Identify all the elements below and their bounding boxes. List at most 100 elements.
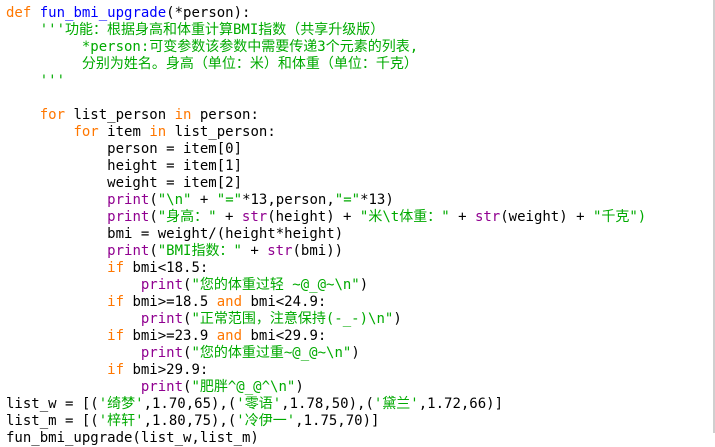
code-token: ,1.80,75),( (143, 413, 237, 429)
code-line[interactable]: def fun_bmi_upgrade(*person): (6, 5, 646, 22)
code-line[interactable]: if bmi>=18.5 and bmi<24.9: (6, 294, 646, 311)
code-token: str (241, 209, 268, 225)
code-line[interactable]: height = item[1] (6, 158, 646, 175)
code-token: ''' (6, 73, 66, 89)
code-token: def (6, 5, 32, 21)
code-token: if (107, 260, 125, 276)
code-token: "=" (216, 192, 243, 208)
code-token: '梓轩' (98, 413, 144, 429)
code-line[interactable]: print("肥胖^@_@^\n") (6, 379, 646, 396)
code-token: ,1.75,70)] (295, 413, 380, 429)
code-token: ( (149, 209, 158, 225)
code-token: *13) (360, 192, 394, 208)
code-token: "身高：" (157, 209, 217, 225)
code-token: "正常范围，注意保持(-_-)\n" (191, 311, 394, 327)
code-token: print (107, 209, 150, 225)
code-token: str (267, 243, 293, 259)
code-token: '冷伊一' (236, 413, 296, 429)
code-token: + (449, 209, 475, 225)
code-line[interactable]: for item in list_person: (6, 124, 646, 141)
code-token: "=" (334, 192, 361, 208)
code-line[interactable]: print("正常范围，注意保持(-_-)\n") (6, 311, 646, 328)
code-line[interactable]: if bmi<18.5: (6, 260, 646, 277)
code-token: bmi<24.9: (242, 294, 327, 310)
code-token: "千克") (592, 209, 647, 225)
code-token: print (140, 379, 184, 395)
code-token: ) (295, 379, 304, 395)
code-line[interactable]: ''' (6, 73, 646, 90)
code-token: weight = item[2] (6, 175, 243, 191)
code-token: ,1.70,65),( (143, 396, 237, 412)
code-token: bmi = weight/(height*height) (6, 226, 344, 242)
code-line[interactable]: print("BMI指数：" + str(bmi)) (6, 243, 646, 260)
code-token: for (73, 124, 99, 140)
code-token: bmi<18.5: (124, 260, 209, 276)
code-token: (bmi)) (292, 243, 344, 259)
code-token: ( (149, 243, 158, 259)
code-token: print (107, 243, 150, 259)
code-line[interactable]: for list_person in person: (6, 107, 646, 124)
code-token: in (149, 124, 167, 140)
code-token: "您的体重过重~@_@~\n" (191, 345, 352, 361)
code-line[interactable]: weight = item[2] (6, 175, 646, 192)
code-token: "肥胖^@_@^\n" (191, 379, 296, 395)
code-token: list_person (65, 107, 175, 123)
code-line[interactable]: person = item[0] (6, 141, 646, 158)
code-token: (height) + (267, 209, 360, 225)
code-line[interactable]: if bmi>=23.9 and bmi<29.9: (6, 328, 646, 345)
code-token: + (241, 243, 268, 259)
code-line[interactable]: print("身高：" + str(height) + "米\t体重：" + s… (6, 209, 646, 226)
code-token: item (98, 124, 150, 140)
code-token: print (107, 192, 150, 208)
code-token: list_w = [( (6, 396, 99, 412)
code-line[interactable]: print("\n" + "="*13,person,"="*13) (6, 192, 646, 209)
code-line[interactable]: print("您的体重过轻 ~@_@~\n") (6, 277, 646, 294)
code-token: "您的体重过轻 ~@_@~\n" (191, 277, 360, 293)
code-token: fun_bmi_upgrade(list_w,list_m) (6, 430, 259, 446)
code-token: '绮梦' (98, 396, 144, 412)
code-token: "BMI指数：" (157, 243, 242, 259)
code-editor[interactable]: def fun_bmi_upgrade(*person): '''功能：根据身高… (0, 0, 715, 446)
code-token: fun_bmi_upgrade (39, 5, 167, 21)
code-token: ) (359, 277, 369, 293)
code-token: + (216, 209, 242, 225)
code-line[interactable]: print("您的体重过重~@_@~\n") (6, 345, 646, 362)
code-line[interactable]: if bmi>29.9: (6, 362, 646, 379)
code-token: if (107, 294, 125, 310)
code-token: bmi>29.9: (124, 362, 209, 378)
code-token: '黛兰' (373, 396, 419, 412)
code-line[interactable]: '''功能：根据身高和体重计算BMI指数（共享升级版） (6, 22, 646, 39)
code-token: print (140, 311, 184, 327)
code-area[interactable]: def fun_bmi_upgrade(*person): '''功能：根据身高… (6, 5, 646, 447)
code-line[interactable]: list_w = [('绮梦',1.70,65),('零语',1.78,50),… (6, 396, 646, 413)
code-line[interactable]: *person:可变参数该参数中需要传递3个元素的列表, (6, 39, 646, 56)
code-line[interactable]: bmi = weight/(height*height) (6, 226, 646, 243)
code-token: for (39, 107, 66, 123)
code-line[interactable] (6, 90, 646, 107)
code-token: (weight) + (500, 209, 593, 225)
code-token: "米\t体重：" (359, 209, 450, 225)
code-token: '零语' (236, 396, 282, 412)
code-token: height = item[1] (6, 158, 243, 174)
code-token: ,1.72,66)] (418, 396, 504, 412)
code-token: + (191, 192, 217, 208)
code-line[interactable]: 分别为姓名。身高（单位：米）和体重（单位：千克） (6, 56, 646, 73)
code-token: *person:可变参数该参数中需要传递3个元素的列表, (6, 39, 419, 55)
code-token: print (140, 345, 184, 361)
code-token: ) (351, 345, 360, 361)
code-token: print (140, 277, 184, 293)
code-token: str (474, 209, 501, 225)
code-line[interactable]: list_m = [('梓轩',1.80,75),('冷伊一',1.75,70)… (6, 413, 646, 430)
code-token: ) (393, 311, 402, 327)
